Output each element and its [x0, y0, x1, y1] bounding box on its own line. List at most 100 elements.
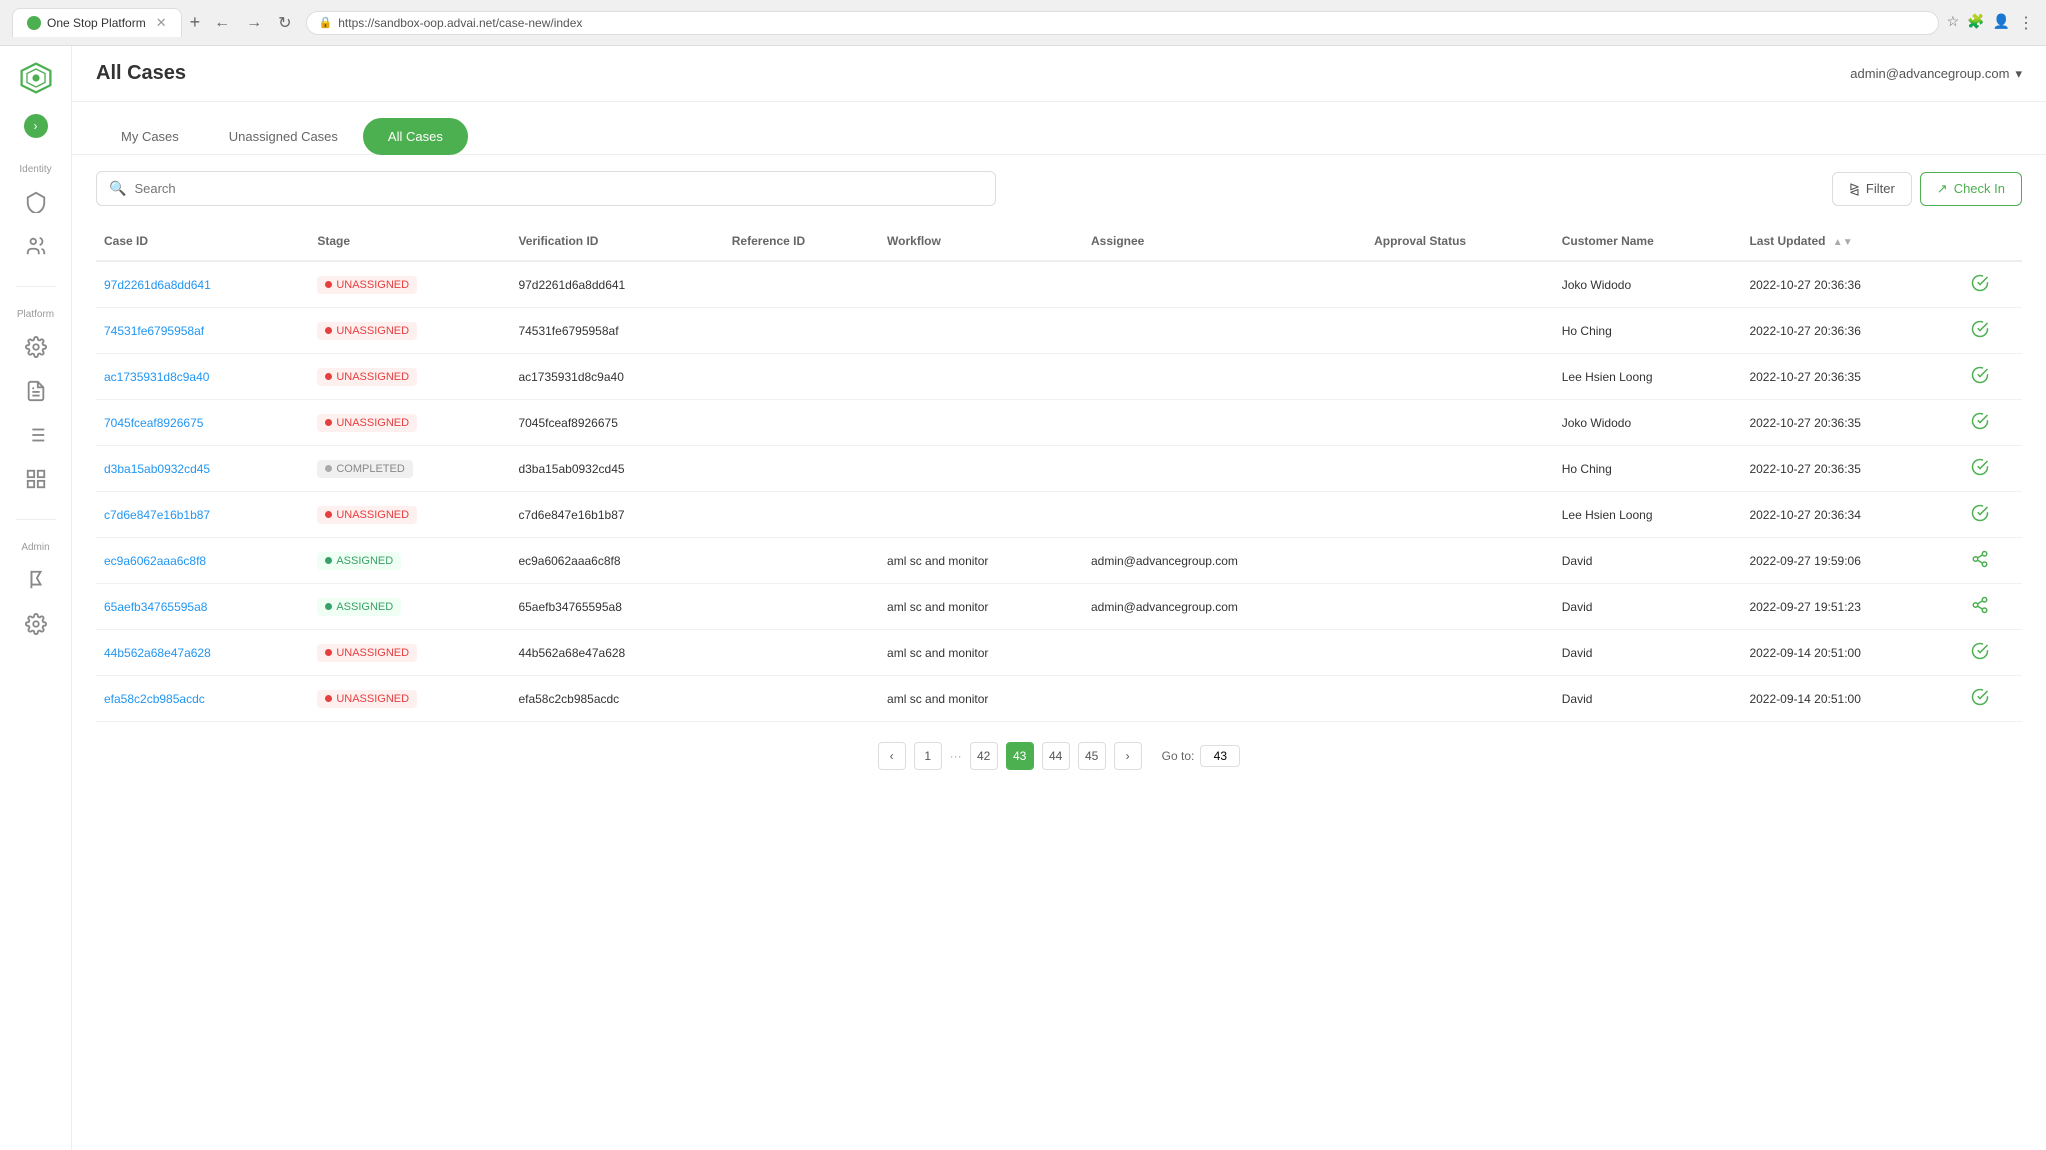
cell-approval-status — [1366, 261, 1554, 308]
tab-unassigned-cases[interactable]: Unassigned Cases — [204, 118, 363, 155]
checkin-icon: ↗ — [1937, 181, 1948, 197]
cell-approval-status — [1366, 446, 1554, 492]
cell-stage: UNASSIGNED — [309, 354, 510, 400]
cell-assignee — [1083, 630, 1366, 676]
prev-page-button[interactable]: ‹ — [878, 742, 906, 770]
tab-all-cases[interactable]: All Cases — [363, 118, 468, 155]
cell-assignee — [1083, 492, 1366, 538]
sidebar-item-document[interactable] — [16, 371, 56, 411]
cell-last-updated: 2022-10-27 20:36:35 — [1741, 354, 1962, 400]
cell-action-icon[interactable] — [1963, 446, 2022, 492]
tab-title: One Stop Platform — [47, 16, 146, 30]
table-row[interactable]: ac1735931d8c9a40 UNASSIGNED ac1735931d8c… — [96, 354, 2022, 400]
cell-case-id: ac1735931d8c9a40 — [96, 354, 309, 400]
sidebar-logo — [16, 58, 56, 98]
sidebar-item-list[interactable] — [16, 415, 56, 455]
sidebar-item-shield[interactable] — [16, 182, 56, 222]
status-badge: UNASSIGNED — [317, 644, 417, 662]
cell-last-updated: 2022-10-27 20:36:35 — [1741, 400, 1962, 446]
cell-customer-name: David — [1554, 630, 1742, 676]
main-content: All Cases admin@advancegroup.com ▾ My Ca… — [72, 46, 2046, 1150]
col-last-updated[interactable]: Last Updated ▲▼ — [1741, 222, 1962, 261]
cell-action-icon[interactable] — [1963, 400, 2022, 446]
page-45-button[interactable]: 45 — [1078, 742, 1106, 770]
cell-action-icon[interactable] — [1963, 354, 2022, 400]
badge-dot — [325, 603, 332, 610]
cell-last-updated: 2022-10-27 20:36:36 — [1741, 308, 1962, 354]
filter-button[interactable]: ⧎ Filter — [1832, 172, 1912, 206]
profile-icon[interactable]: 👤 — [1993, 13, 2010, 33]
sidebar-item-settings[interactable] — [16, 327, 56, 367]
table-row[interactable]: d3ba15ab0932cd45 COMPLETED d3ba15ab0932c… — [96, 446, 2022, 492]
back-button[interactable]: ← — [208, 11, 236, 35]
cell-action-icon[interactable] — [1963, 584, 2022, 630]
sidebar-toggle-button[interactable]: › — [24, 114, 48, 138]
cell-approval-status — [1366, 584, 1554, 630]
status-badge: UNASSIGNED — [317, 690, 417, 708]
cell-action-icon[interactable] — [1963, 630, 2022, 676]
menu-icon[interactable]: ⋮ — [2018, 13, 2034, 33]
cell-case-id: ec9a6062aaa6c8f8 — [96, 538, 309, 584]
cell-assignee — [1083, 308, 1366, 354]
cell-reference-id — [724, 584, 879, 630]
table-row[interactable]: ec9a6062aaa6c8f8 ASSIGNED ec9a6062aaa6c8… — [96, 538, 2022, 584]
sidebar-item-admin-settings[interactable] — [16, 604, 56, 644]
cell-verification-id: efa58c2cb985acdc — [510, 676, 723, 722]
cell-customer-name: Ho Ching — [1554, 308, 1742, 354]
goto-input[interactable] — [1200, 745, 1240, 767]
cell-verification-id: ac1735931d8c9a40 — [510, 354, 723, 400]
platform-section-label: Platform — [13, 307, 58, 323]
sidebar-item-users[interactable] — [16, 226, 56, 266]
cell-action-icon[interactable] — [1963, 676, 2022, 722]
user-menu[interactable]: admin@advancegroup.com ▾ — [1850, 66, 2022, 82]
sidebar-item-flag[interactable] — [16, 560, 56, 600]
new-tab-button[interactable]: + — [190, 12, 201, 33]
cell-last-updated: 2022-09-14 20:51:00 — [1741, 630, 1962, 676]
cell-customer-name: Ho Ching — [1554, 446, 1742, 492]
page-44-button[interactable]: 44 — [1042, 742, 1070, 770]
reload-button[interactable]: ↻ — [272, 11, 297, 35]
extension-icon[interactable]: 🧩 — [1967, 13, 1984, 33]
cell-reference-id — [724, 261, 879, 308]
url-bar[interactable]: 🔒 https://sandbox-oop.advai.net/case-new… — [306, 11, 1939, 35]
cell-workflow — [879, 446, 1083, 492]
content-area: My Cases Unassigned Cases All Cases 🔍 ⧎ … — [72, 102, 2046, 1150]
table-row[interactable]: 74531fe6795958af UNASSIGNED 74531fe67959… — [96, 308, 2022, 354]
cell-action-icon[interactable] — [1963, 492, 2022, 538]
table-row[interactable]: 7045fceaf8926675 UNASSIGNED 7045fceaf892… — [96, 400, 2022, 446]
cell-action-icon[interactable] — [1963, 308, 2022, 354]
page-42-button[interactable]: 42 — [970, 742, 998, 770]
browser-tab[interactable]: One Stop Platform ✕ — [12, 8, 182, 37]
table-row[interactable]: 44b562a68e47a628 UNASSIGNED 44b562a68e47… — [96, 630, 2022, 676]
toolbar-actions: ⧎ Filter ↗ Check In — [1832, 172, 2022, 206]
badge-dot — [325, 557, 332, 564]
identity-section-label: Identity — [15, 162, 55, 178]
goto-page: Go to: — [1162, 745, 1241, 767]
next-page-button[interactable]: › — [1114, 742, 1142, 770]
table-row[interactable]: efa58c2cb985acdc UNASSIGNED efa58c2cb985… — [96, 676, 2022, 722]
checkin-button[interactable]: ↗ Check In — [1920, 172, 2022, 206]
sidebar-item-grid[interactable] — [16, 459, 56, 499]
page-1-button[interactable]: 1 — [914, 742, 942, 770]
cell-case-id: efa58c2cb985acdc — [96, 676, 309, 722]
forward-button[interactable]: → — [240, 11, 268, 35]
tab-my-cases[interactable]: My Cases — [96, 118, 204, 155]
cases-table-container: Case ID Stage Verification ID Reference … — [72, 222, 2046, 722]
search-input[interactable] — [134, 181, 983, 196]
table-row[interactable]: 65aefb34765595a8 ASSIGNED 65aefb34765595… — [96, 584, 2022, 630]
bookmark-icon[interactable]: ☆ — [1947, 13, 1960, 33]
sidebar-section-admin: Admin — [0, 532, 71, 652]
search-box: 🔍 — [96, 171, 996, 206]
tab-close-icon[interactable]: ✕ — [156, 15, 167, 31]
cell-action-icon[interactable] — [1963, 538, 2022, 584]
table-row[interactable]: 97d2261d6a8dd641 UNASSIGNED 97d2261d6a8d… — [96, 261, 2022, 308]
cell-action-icon[interactable] — [1963, 261, 2022, 308]
table-row[interactable]: c7d6e847e16b1b87 UNASSIGNED c7d6e847e16b… — [96, 492, 2022, 538]
logo-icon — [18, 60, 54, 96]
cell-stage: UNASSIGNED — [309, 261, 510, 308]
page-43-button[interactable]: 43 — [1006, 742, 1034, 770]
status-badge: UNASSIGNED — [317, 276, 417, 294]
sidebar-section-identity: Identity — [0, 154, 71, 274]
badge-dot — [325, 465, 332, 472]
cell-reference-id — [724, 538, 879, 584]
